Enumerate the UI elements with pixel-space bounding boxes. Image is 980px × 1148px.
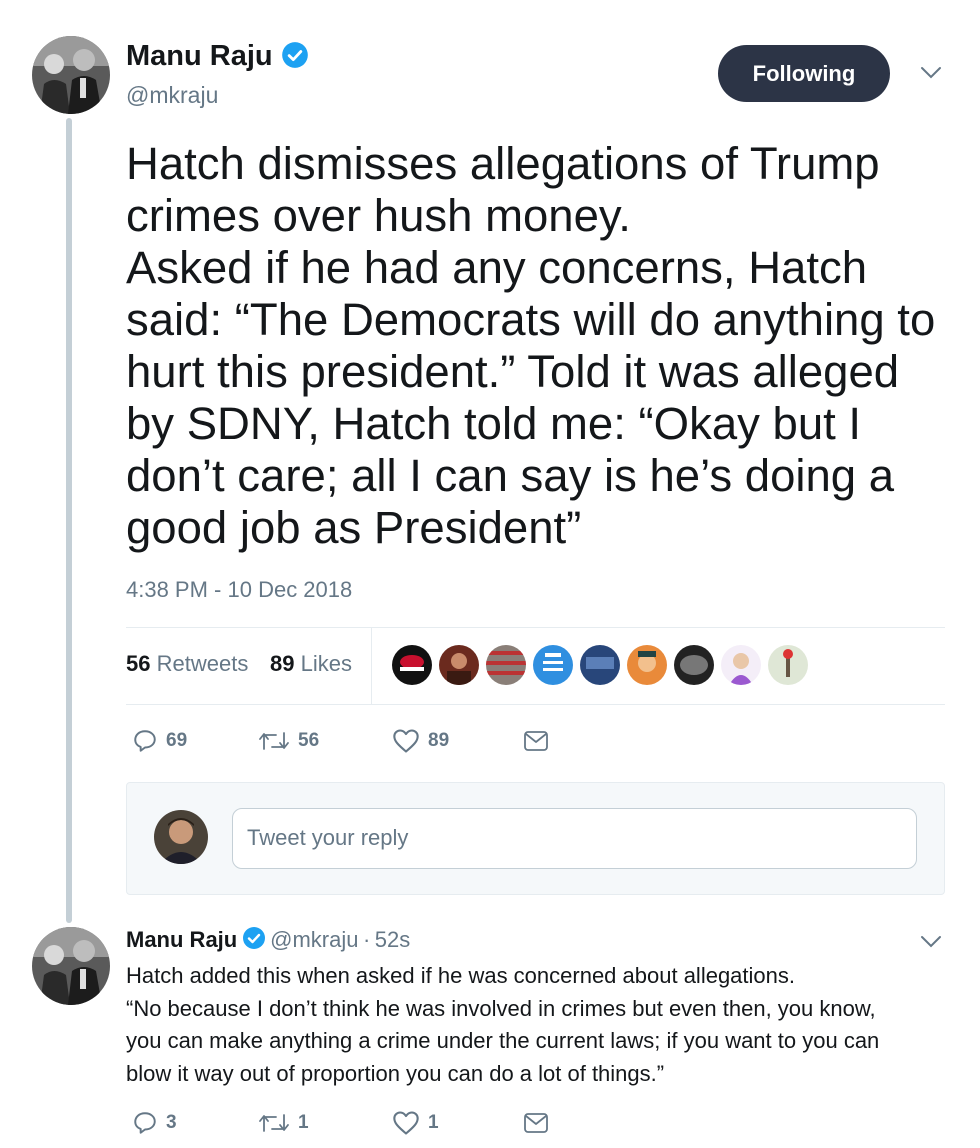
like-icon (393, 729, 419, 753)
retweets-stat[interactable]: 56 Retweets (126, 651, 248, 677)
like-count: 89 (428, 730, 450, 751)
liker-avatar[interactable] (580, 645, 620, 685)
reply-text-line: Hatch added this when asked if he was co… (126, 963, 795, 988)
message-icon (524, 1113, 548, 1133)
divider (126, 704, 945, 705)
message-action[interactable] (523, 729, 549, 753)
likes-count: 89 (270, 651, 295, 676)
retweet-action[interactable]: 1 (258, 1110, 309, 1136)
tweet-text: Hatch dismisses allegations of Trump cri… (126, 138, 956, 554)
tweet-text-line: said: “The Democrats will do anything to (126, 294, 936, 345)
like-action[interactable]: 89 (392, 728, 449, 754)
retweet-action[interactable]: 56 (258, 728, 319, 754)
divider (126, 627, 945, 628)
tweet-text-line: Hatch dismisses allegations of Trump (126, 138, 880, 189)
chevron-down-icon[interactable] (920, 66, 942, 85)
like-action[interactable]: 1 (392, 1110, 439, 1136)
reply-author-name[interactable]: Manu Raju (126, 927, 237, 952)
like-count: 1 (428, 1112, 439, 1133)
reply-icon (134, 730, 156, 752)
retweets-count: 56 (126, 651, 151, 676)
tweet-text-line: by SDNY, Hatch told me: “Okay but I (126, 398, 862, 449)
current-user-avatar[interactable] (154, 810, 208, 864)
reply-text-line: blow it way out of proportion you can do… (126, 1060, 665, 1086)
reply-author-handle[interactable]: @mkraju (270, 927, 358, 952)
liker-avatar[interactable] (768, 645, 808, 685)
retweets-label: Retweets (156, 651, 249, 676)
tweet-text-line: crimes over hush money. (126, 190, 631, 241)
meta-separator: · (362, 927, 371, 952)
liker-avatar[interactable] (721, 645, 761, 685)
chevron-down-icon[interactable] (920, 935, 942, 954)
following-button[interactable]: Following (718, 45, 890, 102)
retweet-count: 1 (298, 1112, 309, 1133)
author-avatar[interactable] (32, 36, 110, 114)
thread-line (66, 118, 72, 923)
reply-input[interactable]: Tweet your reply (232, 808, 917, 869)
tweet-timestamp[interactable]: 4:38 PM - 10 Dec 2018 (126, 577, 352, 603)
reply-header: Manu Raju @mkraju · 52s (126, 926, 410, 955)
tweet-text-line: good job as President” (126, 502, 582, 553)
tweet-text-line: Asked if he had any concerns, Hatch (126, 242, 868, 293)
author-name[interactable]: Manu Raju (126, 40, 273, 72)
verified-icon (281, 41, 309, 74)
verified-icon (242, 926, 266, 955)
reply-action[interactable]: 69 (132, 728, 187, 754)
reply-author-avatar[interactable] (32, 927, 110, 1005)
reply-count: 69 (166, 730, 188, 751)
tweet-text-line: hurt this president.” Told it was allege… (126, 346, 900, 397)
reply-time[interactable]: 52s (375, 927, 410, 952)
reply-count: 3 (166, 1112, 177, 1133)
author-handle[interactable]: @mkraju (126, 82, 218, 109)
liker-avatar[interactable] (439, 645, 479, 685)
likes-label: Likes (300, 651, 352, 676)
likes-stat[interactable]: 89 Likes (270, 651, 352, 677)
reply-text-line: “No because I don’t think he was involve… (126, 995, 876, 1021)
message-action[interactable] (523, 1111, 549, 1135)
tweet-text-line: don’t care; all I can say is he’s doing … (126, 450, 895, 501)
author-header: Manu Raju (126, 40, 309, 74)
liker-avatar[interactable] (533, 645, 573, 685)
reply-icon (134, 1112, 156, 1134)
liker-avatar[interactable] (627, 645, 667, 685)
liker-avatar[interactable] (674, 645, 714, 685)
liker-avatar[interactable] (392, 645, 432, 685)
like-icon (393, 1111, 419, 1135)
reply-text-line: you can make anything a crime under the … (126, 1028, 880, 1053)
retweet-icon (259, 1114, 289, 1132)
retweet-count: 56 (298, 730, 320, 751)
retweet-icon (259, 732, 289, 750)
liker-avatar[interactable] (486, 645, 526, 685)
message-icon (524, 731, 548, 751)
divider (371, 627, 372, 704)
reply-action[interactable]: 3 (132, 1110, 177, 1136)
reply-text: Hatch added this when asked if he was co… (126, 960, 956, 1090)
